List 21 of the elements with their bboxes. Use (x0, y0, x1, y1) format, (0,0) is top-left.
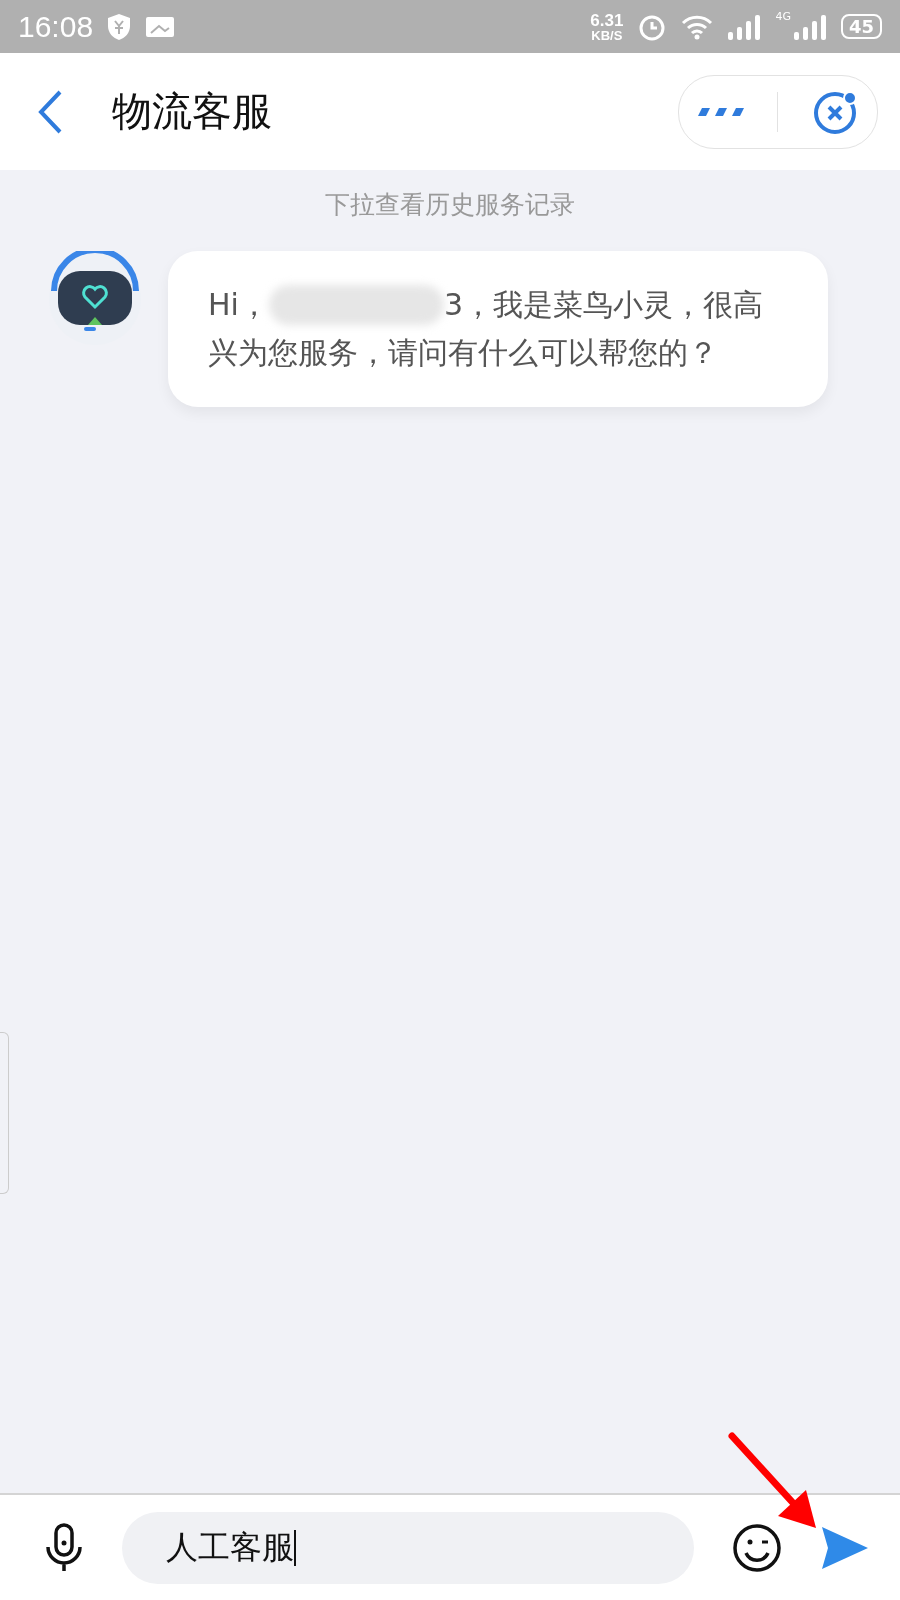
emoji-button[interactable] (732, 1522, 782, 1573)
more-button[interactable] (695, 105, 744, 118)
message-text: 3，我是菜鸟小灵，很高 (443, 286, 763, 324)
message-input[interactable]: 人工客服 (122, 1511, 694, 1584)
network-speed: 6.31 KB/S (590, 11, 624, 42)
battery-level: 45 (840, 14, 882, 39)
message-text: Hi， (208, 286, 269, 324)
wifi-icon (681, 13, 714, 40)
history-hint: 下拉查看历史服务记录 (325, 189, 575, 221)
microphone-button[interactable] (44, 1522, 84, 1573)
shield-icon (107, 12, 132, 41)
clock-time: 16:08 (18, 9, 94, 44)
send-button[interactable] (820, 1524, 870, 1571)
signal-icon (792, 13, 827, 40)
network-type: 4G (775, 10, 791, 23)
page-title: 物流客服 (112, 87, 272, 136)
message-text: 兴为您服务，请问有什么可以帮您的？ (208, 334, 718, 372)
signal-icon (727, 13, 762, 40)
side-handle[interactable] (0, 1032, 9, 1194)
back-button[interactable] (38, 89, 62, 134)
image-icon (145, 14, 176, 39)
